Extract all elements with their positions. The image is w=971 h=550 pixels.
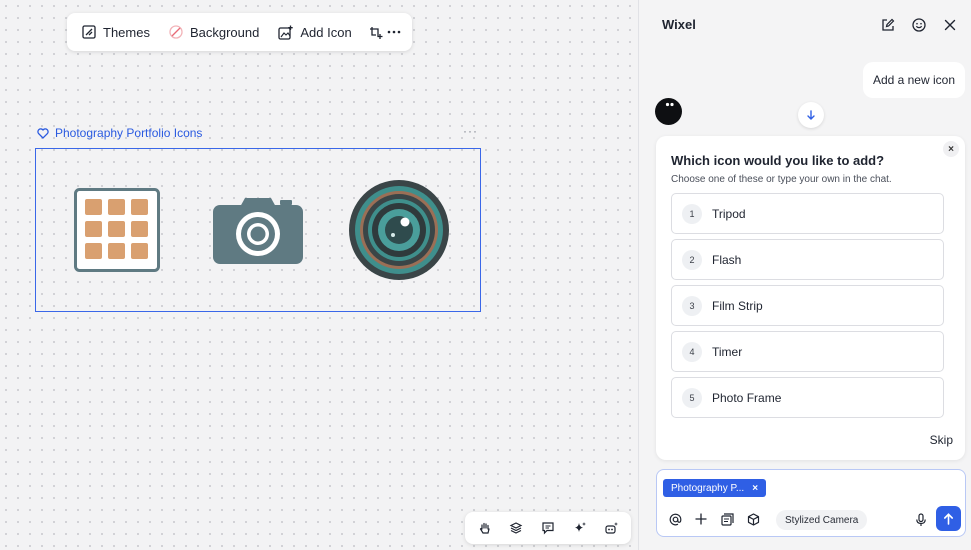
panel-header: Wixel — [639, 0, 971, 48]
top-toolbar: Themes Background Add Icon — [67, 13, 412, 51]
card-subtitle: Choose one of these or type your own in … — [671, 174, 892, 185]
sparkle-icon — [574, 522, 586, 532]
themes-label: Themes — [103, 24, 150, 40]
context-chip-label: Photography P... — [671, 482, 745, 494]
layers-button[interactable] — [502, 514, 530, 542]
panel-title: Wixel — [662, 17, 696, 32]
context-chip[interactable]: Photography P... × — [663, 479, 767, 497]
3d-object-button[interactable] — [744, 509, 762, 529]
card-title: Which icon would you like to add? — [671, 153, 885, 168]
feedback-button[interactable] — [908, 14, 930, 36]
option-number: 5 — [682, 387, 702, 408]
add-icon-button[interactable]: Add Icon — [273, 17, 356, 47]
comments-button[interactable] — [534, 514, 562, 542]
image-stack-icon — [720, 512, 734, 526]
at-sign-icon — [669, 513, 681, 525]
close-icon: × — [948, 143, 954, 155]
mention-button[interactable] — [666, 509, 684, 529]
option-list: 1 Tripod 2 Flash 3 Film Strip 4 Timer 5 … — [671, 193, 944, 423]
option-number: 2 — [682, 249, 702, 270]
skip-button[interactable]: Skip — [930, 433, 953, 447]
option-number: 3 — [682, 295, 702, 316]
assistant-panel: Wixel Add a new icon × Which icon would … — [638, 0, 971, 550]
option-label: Flash — [712, 252, 742, 267]
option-label: Timer — [712, 344, 743, 359]
crop-add-icon — [370, 26, 383, 39]
user-message: Add a new icon — [862, 62, 965, 98]
cube-icon — [747, 512, 759, 526]
close-panel-button[interactable] — [939, 14, 961, 36]
more-horizontal-icon — [387, 30, 401, 34]
assistant-logo-icon — [665, 102, 674, 107]
card-close-button[interactable]: × — [943, 141, 959, 157]
edit-icon — [882, 18, 895, 31]
suggestion-chip[interactable]: Stylized Camera — [776, 510, 868, 530]
ai-sparkle-button[interactable] — [566, 514, 594, 542]
icon-set-selection[interactable] — [35, 148, 481, 312]
option-tripod[interactable]: 1 Tripod — [671, 193, 944, 234]
grid-gallery-icon[interactable] — [74, 188, 160, 272]
comment-icon — [542, 522, 554, 535]
selection-title-label: Photography Portfolio Icons — [55, 126, 203, 140]
option-film-strip[interactable]: 3 Film Strip — [671, 285, 944, 326]
option-label: Tripod — [712, 206, 746, 221]
add-icon-label: Add Icon — [300, 24, 352, 40]
arrow-down-icon — [807, 109, 815, 120]
canvas[interactable]: Themes Background Add Icon Photography P… — [0, 0, 638, 550]
remove-chip-icon[interactable]: × — [752, 483, 758, 494]
ai-assistant-button[interactable] — [597, 514, 625, 542]
more-options-button[interactable] — [386, 17, 402, 47]
plus-icon — [695, 513, 707, 525]
no-background-icon — [169, 25, 183, 39]
arrow-up-icon — [944, 512, 953, 525]
gallery-button[interactable] — [718, 509, 736, 529]
option-photo-frame[interactable]: 5 Photo Frame — [671, 377, 944, 418]
option-number: 1 — [682, 203, 702, 224]
add-image-icon — [278, 25, 294, 40]
option-timer[interactable]: 4 Timer — [671, 331, 944, 372]
add-attachment-button[interactable] — [692, 509, 710, 529]
chat-composer[interactable]: Photography P... × Stylized Camera — [656, 469, 966, 537]
background-button[interactable]: Background — [164, 17, 264, 47]
hand-tool-button[interactable] — [471, 514, 499, 542]
smiley-icon — [912, 18, 926, 32]
new-chat-button[interactable] — [877, 14, 899, 36]
microphone-icon — [916, 513, 926, 526]
scroll-down-button[interactable] — [798, 102, 824, 128]
background-label: Background — [189, 24, 260, 40]
camera-icon[interactable] — [212, 195, 304, 265]
themes-button[interactable]: Themes — [77, 17, 155, 47]
option-number: 4 — [682, 341, 702, 362]
composer-tools — [666, 509, 762, 529]
lens-icon[interactable] — [348, 179, 450, 281]
option-label: Photo Frame — [712, 390, 782, 405]
assistant-avatar — [655, 98, 682, 125]
hand-icon — [479, 522, 490, 534]
themes-icon — [82, 25, 96, 39]
robot-sparkle-icon — [605, 522, 618, 534]
canvas-bottom-toolbar — [465, 512, 631, 544]
close-icon — [944, 19, 956, 31]
option-label: Film Strip — [712, 298, 763, 313]
selection-more-button[interactable]: ··· — [463, 124, 478, 138]
heart-icon — [37, 127, 49, 139]
icon-choice-card: × Which icon would you like to add? Choo… — [656, 136, 965, 460]
option-flash[interactable]: 2 Flash — [671, 239, 944, 280]
layers-icon — [510, 522, 523, 534]
send-button[interactable] — [936, 506, 961, 531]
selection-title[interactable]: Photography Portfolio Icons — [37, 126, 202, 140]
voice-input-button[interactable] — [911, 509, 931, 531]
crop-frame-button[interactable] — [368, 17, 384, 47]
